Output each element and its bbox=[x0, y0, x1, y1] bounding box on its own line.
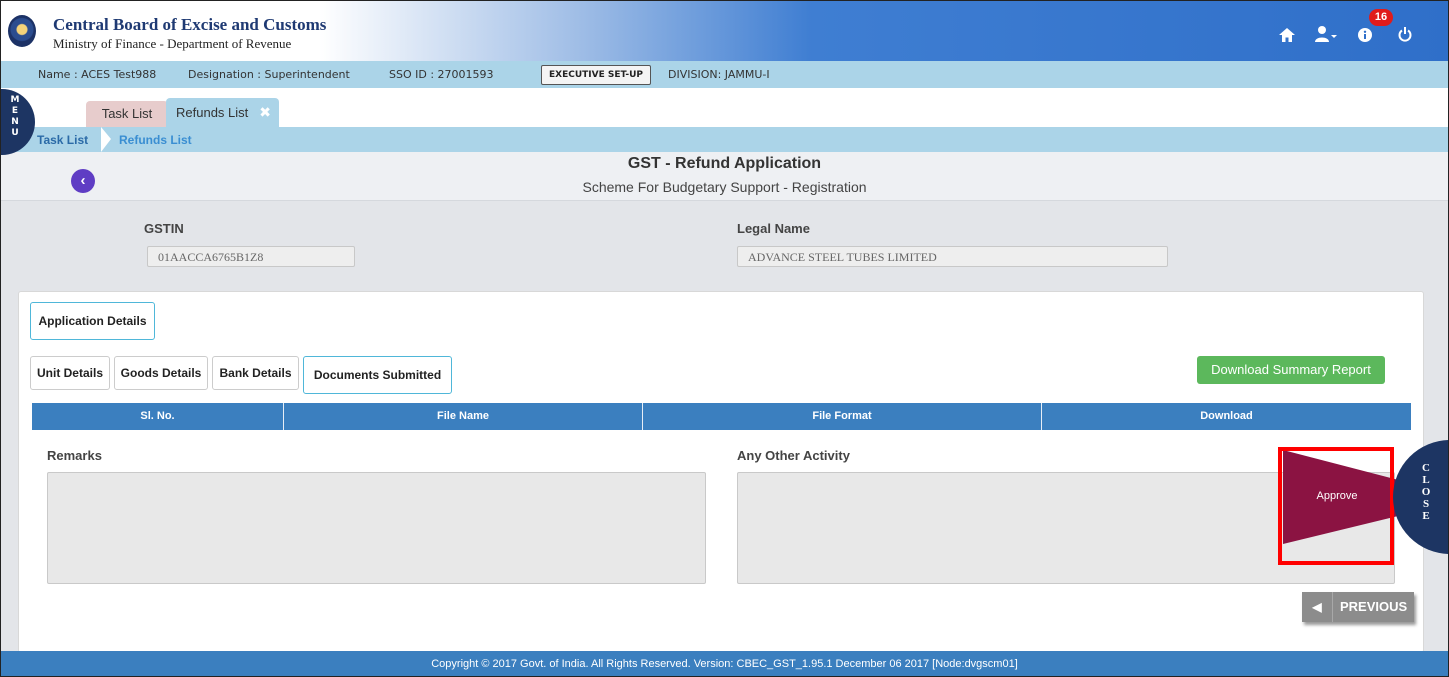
gstin-field: 01AACCA6765B1Z8 bbox=[147, 246, 355, 267]
tab-goods-details[interactable]: Goods Details bbox=[114, 356, 208, 390]
tab-documents-submitted[interactable]: Documents Submitted bbox=[303, 356, 452, 394]
user-icon[interactable] bbox=[1315, 26, 1337, 47]
approve-highlight-box bbox=[1278, 447, 1394, 565]
home-icon[interactable] bbox=[1279, 26, 1295, 47]
gstin-label: GSTIN bbox=[144, 221, 184, 236]
legal-name-label: Legal Name bbox=[737, 221, 810, 236]
tab-refunds-list[interactable]: Refunds List ✖ bbox=[166, 98, 279, 127]
footer: Copyright © 2017 Govt. of India. All Rig… bbox=[1, 651, 1448, 676]
menu-label: MENU bbox=[10, 95, 20, 138]
other-activity-label: Any Other Activity bbox=[737, 448, 850, 463]
application-details-button[interactable]: Application Details bbox=[30, 302, 155, 340]
cbec-emblem-logo bbox=[8, 15, 36, 47]
column-header-download: Download bbox=[1200, 410, 1253, 422]
column-header-file-format: File Format bbox=[643, 403, 1042, 430]
tab-unit-details[interactable]: Unit Details bbox=[30, 356, 110, 390]
close-panel-label[interactable]: CLOSE bbox=[1419, 462, 1433, 522]
column-header-sl-no: Sl. No. bbox=[32, 403, 284, 430]
column-header-file-name: File Name bbox=[284, 403, 643, 430]
top-header: Central Board of Excise and Customs Mini… bbox=[1, 1, 1448, 61]
org-title: Central Board of Excise and Customs bbox=[53, 15, 327, 34]
user-name: Name : ACES Test988 bbox=[38, 68, 157, 81]
info-icon[interactable] bbox=[1358, 26, 1372, 47]
org-subtitle: Ministry of Finance - Department of Reve… bbox=[53, 36, 292, 51]
page-title-area: ‹ GST - Refund Application Scheme For Bu… bbox=[1, 152, 1448, 201]
breadcrumb-refunds-list[interactable]: Refunds List bbox=[119, 133, 192, 147]
tab-task-list[interactable]: Task List bbox=[86, 101, 168, 127]
tab-bank-details[interactable]: Bank Details bbox=[212, 356, 299, 390]
previous-button[interactable]: ◀ PREVIOUS bbox=[1302, 592, 1414, 622]
page-subtitle: Scheme For Budgetary Support - Registrat… bbox=[582, 179, 867, 195]
legal-name-field: ADVANCE STEEL TUBES LIMITED bbox=[737, 246, 1168, 267]
user-designation: Designation : Superintendent bbox=[188, 68, 350, 81]
arrow-left-icon: ◀ bbox=[1302, 592, 1333, 622]
sso-id: SSO ID : 27001593 bbox=[389, 68, 494, 81]
breadcrumb-separator bbox=[101, 127, 111, 152]
power-icon[interactable] bbox=[1398, 26, 1412, 47]
remarks-label: Remarks bbox=[47, 448, 102, 463]
breadcrumb: Task List Refunds List bbox=[1, 127, 1448, 152]
previous-button-label: PREVIOUS bbox=[1340, 599, 1408, 614]
tab-refunds-label: Refunds List bbox=[176, 105, 249, 120]
page-title: GST - Refund Application bbox=[627, 155, 822, 172]
application-panel: Application Details Unit Details Goods D… bbox=[18, 291, 1448, 653]
breadcrumb-task-list[interactable]: Task List bbox=[37, 133, 88, 147]
app-frame: Central Board of Excise and Customs Mini… bbox=[0, 0, 1449, 677]
documents-table-header: Sl. No. File Name File Format Download bbox=[32, 403, 1411, 430]
executive-setup-button[interactable]: EXECUTIVE SET-UP bbox=[541, 65, 651, 85]
download-summary-report-button[interactable]: Download Summary Report bbox=[1197, 356, 1385, 384]
remarks-textarea[interactable] bbox=[47, 472, 706, 584]
user-info-bar: Name : ACES Test988 Designation : Superi… bbox=[1, 61, 1448, 88]
close-tab-icon[interactable]: ✖ bbox=[259, 98, 271, 127]
division-label: DIVISION: JAMMU-I bbox=[668, 68, 770, 81]
notification-badge[interactable]: 16 bbox=[1369, 9, 1393, 26]
